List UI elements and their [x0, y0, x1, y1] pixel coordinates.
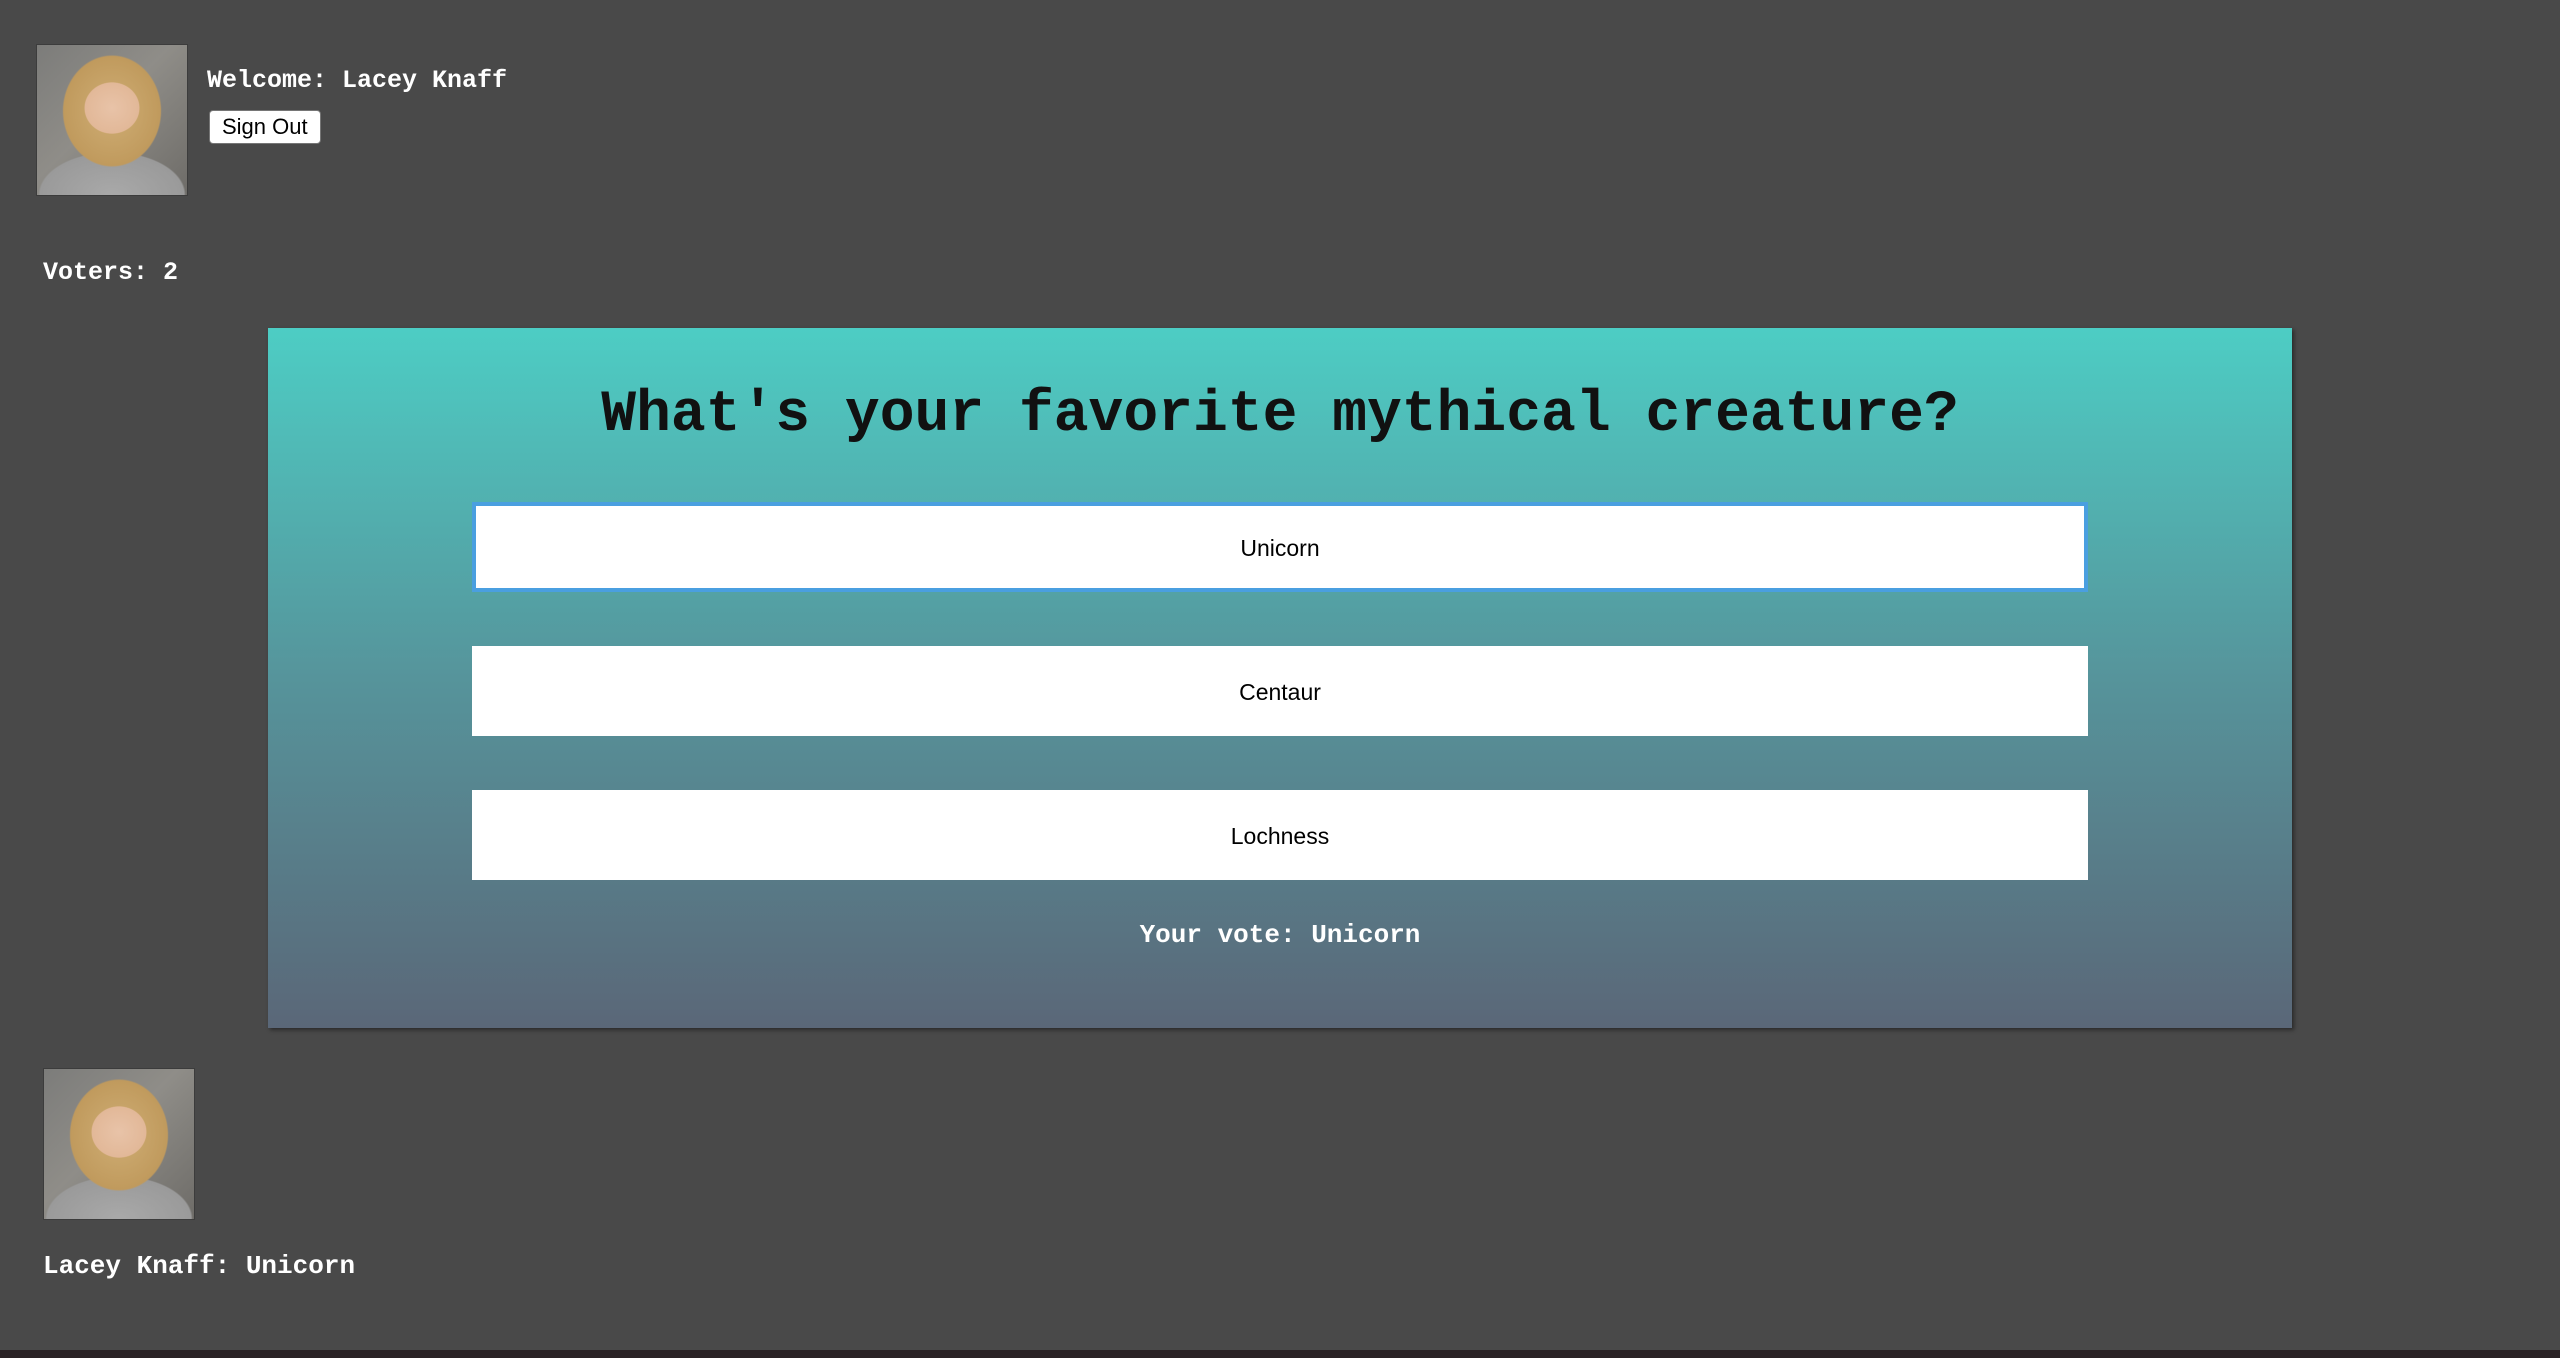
option-centaur-button[interactable]: Centaur — [472, 646, 2088, 736]
sign-out-button[interactable]: Sign Out — [209, 110, 321, 144]
welcome-text: Welcome: Lacey Knaff — [207, 66, 508, 95]
your-vote-text: Your vote: Unicorn — [1139, 920, 1421, 950]
app-container: Welcome: Lacey Knaff Sign Out Voters: 2 … — [0, 0, 2560, 1350]
poll-card: What's your favorite mythical creature? … — [268, 328, 2292, 1028]
user-avatar — [36, 44, 188, 196]
welcome-block: Welcome: Lacey Knaff Sign Out — [207, 44, 507, 144]
option-lochness-button[interactable]: Lochness — [472, 790, 2088, 880]
user-header: Welcome: Lacey Knaff Sign Out — [36, 44, 507, 196]
voters-count: Voters: 2 — [43, 258, 179, 287]
result-user-avatar — [43, 1068, 195, 1220]
result-entry-text: Lacey Knaff: Unicorn — [43, 1251, 356, 1281]
option-unicorn-button[interactable]: Unicorn — [472, 502, 2088, 592]
poll-question: What's your favorite mythical creature? — [601, 383, 1959, 448]
